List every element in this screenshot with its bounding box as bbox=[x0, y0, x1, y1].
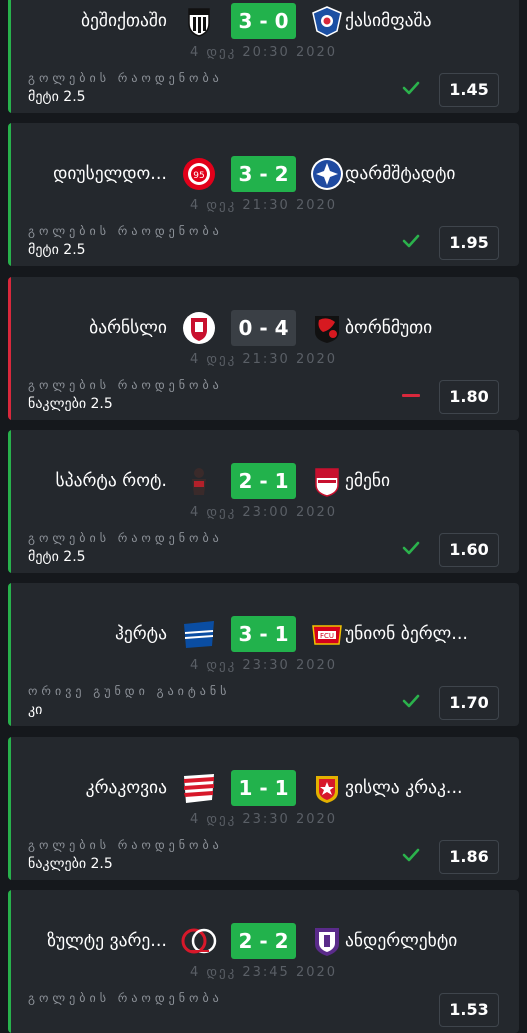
sparta-rotterdam-logo bbox=[192, 468, 206, 495]
home-team-name: სპარტა როტ. bbox=[55, 471, 167, 491]
market-name: გოლების რაოდენობა bbox=[28, 378, 223, 392]
match-score: 3 - 2 bbox=[231, 156, 296, 192]
market-name: გოლების რაოდენობა bbox=[28, 991, 223, 1005]
away-team-name: ქასიმფაშა bbox=[345, 11, 432, 31]
away-team-name: დარმშტადტი bbox=[345, 164, 456, 184]
home-team-name: კრაკოვია bbox=[85, 778, 167, 798]
market-name: გოლების რაოდენობა bbox=[28, 838, 223, 852]
svg-text:FCU: FCU bbox=[320, 632, 334, 640]
wisla-krakow-logo bbox=[316, 776, 338, 803]
odds-value[interactable]: 1.80 bbox=[439, 380, 499, 414]
home-team-name: ჰერტა bbox=[114, 624, 167, 644]
match-score: 1 - 1 bbox=[231, 770, 296, 806]
away-team-name: ემენი bbox=[345, 471, 391, 491]
home-team-name: ბარნსლი bbox=[89, 318, 167, 338]
home-team-name: დიუსელდო... bbox=[53, 164, 167, 184]
pick-label: ნაკლები 2.5 bbox=[28, 856, 113, 872]
besiktas-logo bbox=[188, 8, 210, 37]
pick-label: მეტი 2.5 bbox=[28, 242, 86, 258]
match-score: 3 - 1 bbox=[231, 616, 296, 652]
match-score: 2 - 1 bbox=[231, 463, 296, 499]
result-stripe bbox=[8, 430, 11, 573]
bournemouth-logo bbox=[315, 316, 339, 343]
result-stripe bbox=[8, 277, 11, 420]
bet-card[interactable]: ჰერტა 3 - 1 FCU უნიონ ბერლ... 4 დეკ 23:3… bbox=[8, 583, 519, 726]
bet-card[interactable]: კრაკოვია 1 - 1 ვისლა კრაკ... 4 დეკ 23:30… bbox=[8, 737, 519, 880]
odds-value[interactable]: 1.60 bbox=[439, 533, 499, 567]
match-datetime: 4 დეკ 23:00 2020 bbox=[189, 505, 338, 520]
check-icon bbox=[402, 541, 420, 555]
result-stripe bbox=[8, 123, 11, 266]
union-berlin-logo: FCU bbox=[312, 625, 342, 645]
odds-value[interactable]: 1.53 bbox=[439, 993, 499, 1027]
match-datetime: 4 დეკ 23:30 2020 bbox=[189, 812, 338, 827]
check-icon bbox=[402, 81, 420, 95]
match-score: 0 - 4 bbox=[231, 310, 296, 346]
match-score: 3 - 0 bbox=[231, 3, 296, 39]
kasimpasa-logo bbox=[312, 6, 342, 37]
match-datetime: 4 დეკ 23:30 2020 bbox=[189, 658, 338, 673]
pick-label: მეტი 2.5 bbox=[28, 549, 86, 565]
away-team-name: უნიონ ბერლ... bbox=[345, 624, 468, 644]
barnsley-logo bbox=[183, 312, 215, 344]
bet-card[interactable]: ბარნსლი 0 - 4 ბორნმუთი 4 დეკ 21:30 2020 … bbox=[8, 277, 519, 420]
match-datetime: 4 დეკ 20:30 2020 bbox=[189, 45, 338, 60]
home-team-name: ზულტე ვარე... bbox=[47, 931, 167, 951]
away-team-name: ბორნმუთი bbox=[345, 318, 433, 338]
fortuna-dusseldorf-logo: 95 bbox=[183, 158, 215, 190]
bet-card[interactable]: ზულტე ვარე... 2 - 2 ანდერლეხტი 4 დეკ 23:… bbox=[8, 890, 519, 1033]
check-icon bbox=[402, 848, 420, 862]
cracovia-logo bbox=[184, 774, 214, 803]
anderlecht-logo bbox=[315, 928, 339, 956]
match-score: 2 - 2 bbox=[231, 923, 296, 959]
zulte-waregem-logo bbox=[181, 928, 217, 954]
home-team-name: ბეშიქთაში bbox=[80, 11, 167, 31]
market-name: გოლების რაოდენობა bbox=[28, 224, 223, 238]
odds-value[interactable]: 1.70 bbox=[439, 686, 499, 720]
pick-label: მეტი 2.5 bbox=[28, 89, 86, 105]
bet-card[interactable]: სპარტა როტ. 2 - 1 ემენი 4 დეკ 23:00 2020… bbox=[8, 430, 519, 573]
odds-value[interactable]: 1.86 bbox=[439, 840, 499, 874]
check-icon bbox=[402, 234, 420, 248]
away-team-name: ანდერლეხტი bbox=[345, 931, 458, 951]
result-stripe bbox=[8, 583, 11, 726]
market-name: ორივე გუნდი გაიტანს bbox=[28, 684, 231, 698]
odds-value[interactable]: 1.95 bbox=[439, 226, 499, 260]
market-name: გოლების რაოდენობა bbox=[28, 531, 223, 545]
away-team-name: ვისლა კრაკ... bbox=[345, 778, 463, 798]
market-name: გოლების რაოდენობა bbox=[28, 71, 223, 85]
odds-value[interactable]: 1.45 bbox=[439, 73, 499, 107]
emmen-logo bbox=[315, 468, 339, 497]
match-datetime: 4 დეკ 21:30 2020 bbox=[189, 198, 338, 213]
dash-icon bbox=[402, 394, 420, 397]
hertha-logo bbox=[184, 621, 214, 648]
svg-text:95: 95 bbox=[193, 171, 204, 181]
pick-label: ნაკლები 2.5 bbox=[28, 396, 113, 412]
match-datetime: 4 დეკ 21:30 2020 bbox=[189, 352, 338, 367]
check-icon bbox=[402, 694, 420, 708]
result-stripe bbox=[8, 737, 11, 880]
match-datetime: 4 დეკ 23:45 2020 bbox=[189, 965, 338, 980]
bet-card[interactable]: ბეშიქთაში 3 - 0 ქასიმფაშა 4 დეკ 20:30 20… bbox=[8, 0, 519, 113]
result-stripe bbox=[8, 890, 11, 1033]
pick-label: კი bbox=[28, 702, 43, 718]
bet-card[interactable]: დიუსელდო... 95 3 - 2 დარმშტადტი 4 დეკ 21… bbox=[8, 123, 519, 266]
darmstadt-logo bbox=[311, 158, 343, 190]
